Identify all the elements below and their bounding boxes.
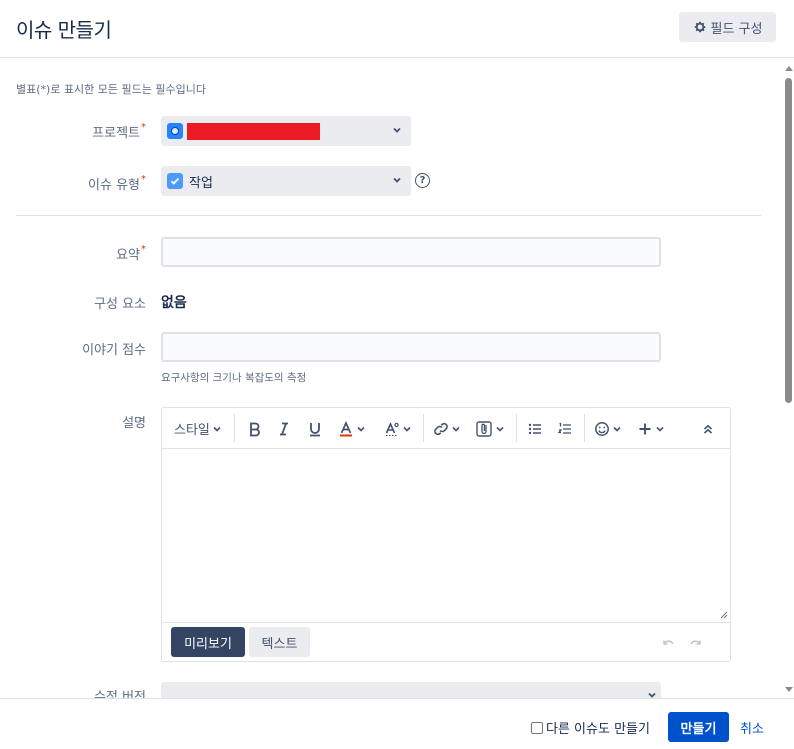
configure-fields-button[interactable]: 필드 구성 xyxy=(679,12,776,42)
link-button[interactable] xyxy=(433,408,461,449)
text-tab[interactable]: 텍스트 xyxy=(249,627,310,657)
resize-handle-icon[interactable] xyxy=(718,609,728,619)
required-star: * xyxy=(141,174,146,185)
toolbar-separator xyxy=(516,414,517,442)
insert-more-button[interactable] xyxy=(637,408,665,449)
story-points-label: 이야기 점수 xyxy=(82,343,146,358)
task-checkbox-icon xyxy=(167,173,183,189)
emoji-button[interactable] xyxy=(594,408,622,449)
fix-version-label: 수정 버전 xyxy=(94,690,146,698)
summary-label-text: 요약 xyxy=(116,248,140,263)
create-another-label: 다른 이슈도 만들기 xyxy=(546,722,650,737)
dialog-title: 이슈 만들기 xyxy=(16,18,112,42)
text-style-dropdown[interactable]: 스타일 xyxy=(174,408,222,449)
emoji-icon xyxy=(595,421,609,436)
components-label: 구성 요소 xyxy=(94,297,146,312)
scroll-down-arrow-icon[interactable] xyxy=(785,687,793,692)
project-select[interactable] xyxy=(161,116,411,146)
create-another-checkbox[interactable] xyxy=(531,721,543,734)
create-another-option[interactable]: 다른 이슈도 만들기 xyxy=(531,718,650,737)
project-label: 프로젝트* xyxy=(92,122,146,141)
summary-label: 요약* xyxy=(116,244,146,263)
text-effects-icon xyxy=(385,421,399,436)
dialog-body: 별표(*)로 표시한 모든 필드는 필수입니다 프로젝트* 이슈 유형* 작업 … xyxy=(0,59,782,698)
preview-tab[interactable]: 미리보기 xyxy=(171,627,245,657)
description-textarea[interactable] xyxy=(162,450,730,622)
summary-input[interactable] xyxy=(161,237,661,267)
issue-type-select[interactable]: 작업 xyxy=(161,166,411,196)
text-effects-button[interactable] xyxy=(384,408,412,449)
issue-type-label-text: 이슈 유형 xyxy=(88,178,140,193)
chevron-down-icon xyxy=(656,426,664,432)
required-star: * xyxy=(141,244,146,255)
editor-mode-bar: 미리보기 텍스트 xyxy=(162,622,730,662)
chevron-down-icon xyxy=(496,426,504,432)
text-style-label: 스타일 xyxy=(174,423,210,438)
italic-button[interactable] xyxy=(276,408,292,449)
attachment-icon xyxy=(476,420,492,437)
chevron-down-icon xyxy=(213,426,221,432)
project-avatar-icon xyxy=(167,123,183,139)
text-color-icon xyxy=(340,420,352,436)
components-value: 없음 xyxy=(161,295,187,311)
description-editor: 스타일 미리보기 텍스트 xyxy=(161,407,731,662)
help-icon[interactable]: ? xyxy=(415,173,430,188)
toolbar-separator xyxy=(234,414,235,442)
chevron-down-icon xyxy=(648,692,656,698)
double-chevron-up-icon xyxy=(703,424,713,434)
chevron-down-icon xyxy=(357,426,365,432)
fix-version-select[interactable] xyxy=(161,682,661,698)
bold-icon xyxy=(250,422,260,436)
chevron-down-icon xyxy=(452,426,460,432)
description-label: 설명 xyxy=(122,416,146,431)
plus-icon xyxy=(639,423,651,434)
issue-type-value: 작업 xyxy=(189,175,213,191)
numbered-list-button[interactable] xyxy=(557,408,573,449)
required-note: 별표(*)로 표시한 모든 필드는 필수입니다 xyxy=(16,83,206,96)
undo-icon[interactable] xyxy=(660,635,676,651)
text-color-button[interactable] xyxy=(338,408,366,449)
editor-toolbar: 스타일 xyxy=(162,408,730,449)
story-points-help: 요구사항의 크기나 복잡도의 측정 xyxy=(161,372,307,384)
create-button[interactable]: 만들기 xyxy=(668,712,729,742)
chevron-down-icon xyxy=(393,127,401,133)
cancel-link[interactable]: 취소 xyxy=(740,718,764,737)
numbered-list-icon xyxy=(557,422,571,434)
issue-type-label: 이슈 유형* xyxy=(88,174,146,193)
collapse-toolbar-button[interactable] xyxy=(702,408,714,449)
configure-fields-label: 필드 구성 xyxy=(710,21,763,37)
chevron-down-icon xyxy=(393,177,401,183)
toolbar-separator xyxy=(584,414,585,442)
project-label-text: 프로젝트 xyxy=(92,126,140,141)
redacted-project-name xyxy=(187,122,320,140)
vertical-scrollbar[interactable] xyxy=(782,59,794,698)
scroll-up-arrow-icon[interactable] xyxy=(785,66,793,71)
underline-button[interactable] xyxy=(307,408,323,449)
required-star: * xyxy=(141,122,146,133)
underline-icon xyxy=(310,422,320,436)
italic-icon xyxy=(280,422,288,435)
redo-icon[interactable] xyxy=(688,635,704,651)
bullet-list-icon xyxy=(528,423,541,434)
section-divider xyxy=(16,215,761,216)
attachment-button[interactable] xyxy=(475,408,505,449)
gear-icon xyxy=(694,21,706,33)
dialog-footer: 다른 이슈도 만들기 만들기 취소 xyxy=(0,698,794,749)
chevron-down-icon xyxy=(403,426,411,432)
story-points-input[interactable] xyxy=(161,332,661,362)
dialog-header: 이슈 만들기 필드 구성 xyxy=(0,0,794,58)
link-icon xyxy=(434,422,448,435)
chevron-down-icon xyxy=(613,426,621,432)
bold-button[interactable] xyxy=(247,408,263,449)
toolbar-separator xyxy=(423,414,424,442)
scrollbar-thumb[interactable] xyxy=(785,78,792,403)
bullet-list-button[interactable] xyxy=(527,408,543,449)
